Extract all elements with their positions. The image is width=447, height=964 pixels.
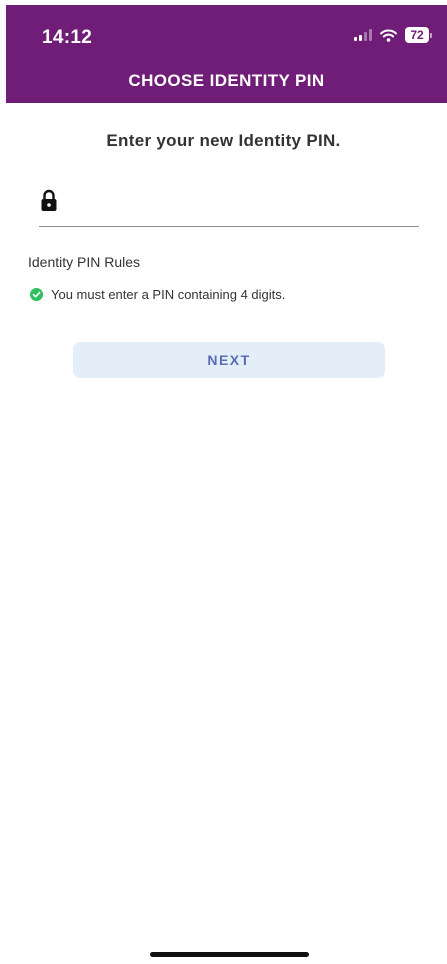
- home-indicator[interactable]: [150, 952, 309, 957]
- pin-field[interactable]: [39, 176, 419, 227]
- battery-icon: 72: [405, 27, 432, 43]
- pin-rule-text: You must enter a PIN containing 4 digits…: [51, 287, 286, 302]
- page-title: CHOOSE IDENTITY PIN: [128, 71, 325, 90]
- pin-rule-item: You must enter a PIN containing 4 digits…: [30, 287, 285, 302]
- status-bar-icons: 72: [354, 27, 432, 43]
- pin-rules-heading: Identity PIN Rules: [28, 254, 141, 270]
- battery-level: 72: [405, 27, 429, 43]
- pin-prompt: Enter your new Identity PIN.: [106, 131, 341, 150]
- pin-input[interactable]: [73, 186, 407, 220]
- check-circle-icon: [30, 288, 43, 301]
- cellular-signal-icon: [354, 29, 372, 41]
- lock-icon: [41, 189, 57, 211]
- status-bar-time: 14:12: [42, 27, 93, 48]
- app-header: 14:12 72 CHOOSE IDENTITY PIN: [6, 5, 447, 103]
- wifi-icon: [380, 29, 397, 42]
- next-button[interactable]: NEXT: [73, 342, 385, 378]
